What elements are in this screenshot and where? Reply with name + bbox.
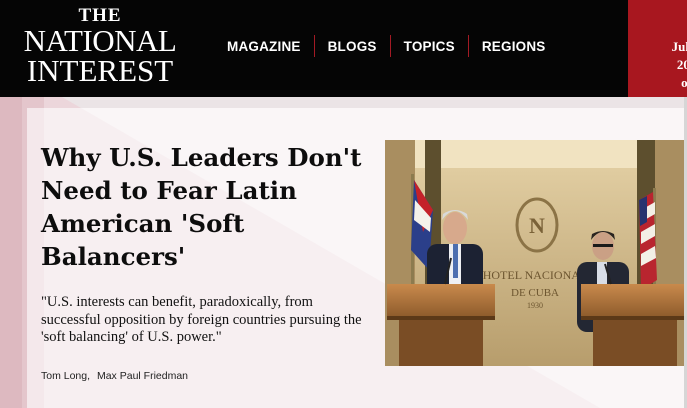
author-separator: , bbox=[87, 370, 91, 382]
podium-left bbox=[387, 284, 495, 366]
promo-line-3: out : bbox=[681, 75, 687, 90]
nav-topics[interactable]: TOPICS bbox=[391, 39, 468, 54]
podium-right bbox=[581, 284, 687, 366]
promo-text: July-Au 2015 I out : bbox=[634, 38, 687, 92]
promo-line-2: 2015 I bbox=[676, 57, 687, 72]
article-headline[interactable]: Why U.S. Leaders Don't Need to Fear Lati… bbox=[41, 141, 371, 273]
site-header: THE NATIONAL INTEREST MAGAZINE BLOGS TOP… bbox=[0, 0, 687, 97]
site-logo[interactable]: THE NATIONAL INTEREST bbox=[20, 6, 180, 88]
press-conference-image: N HOTEL NACIONAL DE CUBA 1930 bbox=[385, 140, 687, 366]
article-excerpt: "U.S. interests can benefit, paradoxical… bbox=[41, 294, 362, 345]
main-nav: MAGAZINE BLOGS TOPICS REGIONS bbox=[214, 34, 559, 58]
magazine-issue-promo[interactable]: July-Au 2015 I out : bbox=[628, 0, 687, 97]
hotel-sign-line-1: HOTEL NACIONAL bbox=[483, 268, 588, 282]
author-link[interactable]: Tom Long bbox=[41, 370, 87, 382]
logo-line-interest: INTEREST bbox=[26, 53, 174, 88]
hotel-sign-year: 1930 bbox=[527, 301, 543, 310]
nav-magazine[interactable]: MAGAZINE bbox=[214, 39, 314, 54]
nav-blogs[interactable]: BLOGS bbox=[315, 39, 390, 54]
article-authors: Tom Long, Max Paul Friedman bbox=[41, 370, 188, 382]
hotel-sign-line-2: DE CUBA bbox=[511, 287, 559, 299]
nav-regions[interactable]: REGIONS bbox=[469, 39, 559, 54]
logo-line-national: NATIONAL bbox=[23, 23, 177, 58]
article-photo[interactable]: N HOTEL NACIONAL DE CUBA 1930 bbox=[385, 140, 687, 366]
author-link[interactable]: Max Paul Friedman bbox=[97, 370, 188, 382]
promo-line-1: July-Au bbox=[671, 39, 687, 54]
svg-text:N: N bbox=[529, 213, 545, 238]
